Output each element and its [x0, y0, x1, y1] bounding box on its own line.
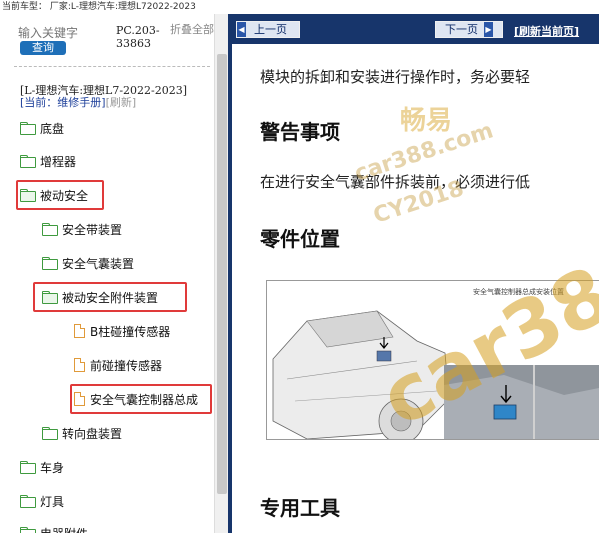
tree-item-lamps[interactable]: 灯具 [20, 490, 64, 512]
next-page-label: 下一页 [445, 23, 478, 36]
collapse-all-link[interactable]: 折叠全部 [170, 24, 214, 36]
tree-item-label: 转向盘装置 [62, 426, 123, 441]
special-tools-heading: 专用工具 [260, 496, 340, 520]
tree-item-chassis[interactable]: 底盘 [20, 117, 64, 139]
sidebar: 查询 PC.203-33863 折叠全部 [L-理想汽车:理想L7-2022-2… [0, 14, 228, 533]
highlight-box [16, 180, 104, 210]
refresh-link[interactable]: [刷新] [106, 96, 137, 109]
divider [14, 66, 210, 67]
next-page-button[interactable]: 下一页 ▶ [435, 21, 503, 38]
tree-item-seatbelt[interactable]: 安全带装置 [42, 218, 122, 240]
tree-item-airbag[interactable]: 安全气囊装置 [42, 252, 134, 274]
tree-item-label: 增程器 [40, 154, 77, 169]
document-icon [74, 324, 85, 338]
tree-item-steering-wheel[interactable]: 转向盘装置 [42, 422, 122, 444]
tree-item-range-extender[interactable]: 增程器 [20, 150, 76, 172]
arrow-left-icon: ◀ [237, 22, 246, 37]
page-nav-bar: ◀ 上一页 下一页 ▶ [刷新当前页] [232, 14, 599, 44]
warning-text: 在进行安全气囊部件拆装前，必须进行低 [260, 173, 531, 191]
tree-item-label: 灯具 [40, 494, 65, 509]
warning-heading: 警告事项 [260, 120, 340, 144]
scrollbar-thumb[interactable] [217, 54, 227, 494]
tree-item-label: 安全气囊装置 [62, 256, 135, 271]
folder-icon [42, 427, 58, 440]
tree-item-label: 前碰撞传感器 [90, 358, 163, 373]
folder-icon [20, 495, 36, 508]
folder-icon [20, 122, 36, 135]
folder-icon [42, 223, 58, 236]
prev-page-label: 上一页 [254, 23, 287, 36]
current-label: [当前：维修手册] [20, 96, 106, 109]
folder-icon [20, 155, 36, 168]
tree-item-label: 安全带装置 [62, 222, 123, 237]
parts-location-heading: 零件位置 [260, 227, 340, 251]
tree-item-electrical-accessories[interactable]: 电器附件 [20, 522, 88, 533]
current-manual: [当前：维修手册][刷新] [20, 96, 136, 109]
refresh-page-link[interactable]: [刷新当前页] [514, 23, 579, 39]
detail-illustration [444, 365, 599, 439]
highlight-box [33, 282, 187, 312]
arrow-right-icon: ▶ [484, 22, 493, 37]
search-button[interactable]: 查询 [20, 41, 66, 55]
tree-item-label: 电器附件 [40, 525, 88, 533]
tree-item-label: 底盘 [40, 121, 65, 136]
tree-item-label: 车身 [40, 460, 65, 475]
folder-icon [20, 527, 36, 533]
highlight-box [70, 384, 212, 414]
tree-item-body[interactable]: 车身 [20, 456, 64, 478]
tree-item-label: B柱碰撞传感器 [90, 324, 171, 339]
content-pane: ◀ 上一页 下一页 ▶ [刷新当前页] 模块的拆卸和安装进行操作时，务必要轻 警… [228, 14, 599, 533]
parts-location-figure: 安全气囊控制器总成安装位置 [266, 280, 599, 440]
prev-page-button[interactable]: ◀ 上一页 [236, 21, 300, 38]
detail-inset-image [444, 365, 599, 439]
tree-item-b-pillar-sensor[interactable]: B柱碰撞传感器 [74, 320, 170, 342]
figure-caption: 安全气囊控制器总成安装位置 [473, 288, 564, 296]
document-icon [74, 358, 85, 372]
folder-icon [42, 257, 58, 270]
folder-icon [20, 461, 36, 474]
tree-item-front-crash-sensor[interactable]: 前碰撞传感器 [74, 354, 162, 376]
search-input[interactable] [18, 26, 110, 40]
current-vehicle-bar: 当前车型： 厂家:L-理想汽车:理想L72022-2023 [0, 0, 599, 14]
vehicle-illustration [272, 310, 450, 439]
sidebar-scrollbar[interactable] [214, 14, 228, 533]
intro-text: 模块的拆卸和安装进行操作时，务必要轻 [260, 68, 531, 86]
pc-code: PC.203-33863 [116, 24, 160, 50]
